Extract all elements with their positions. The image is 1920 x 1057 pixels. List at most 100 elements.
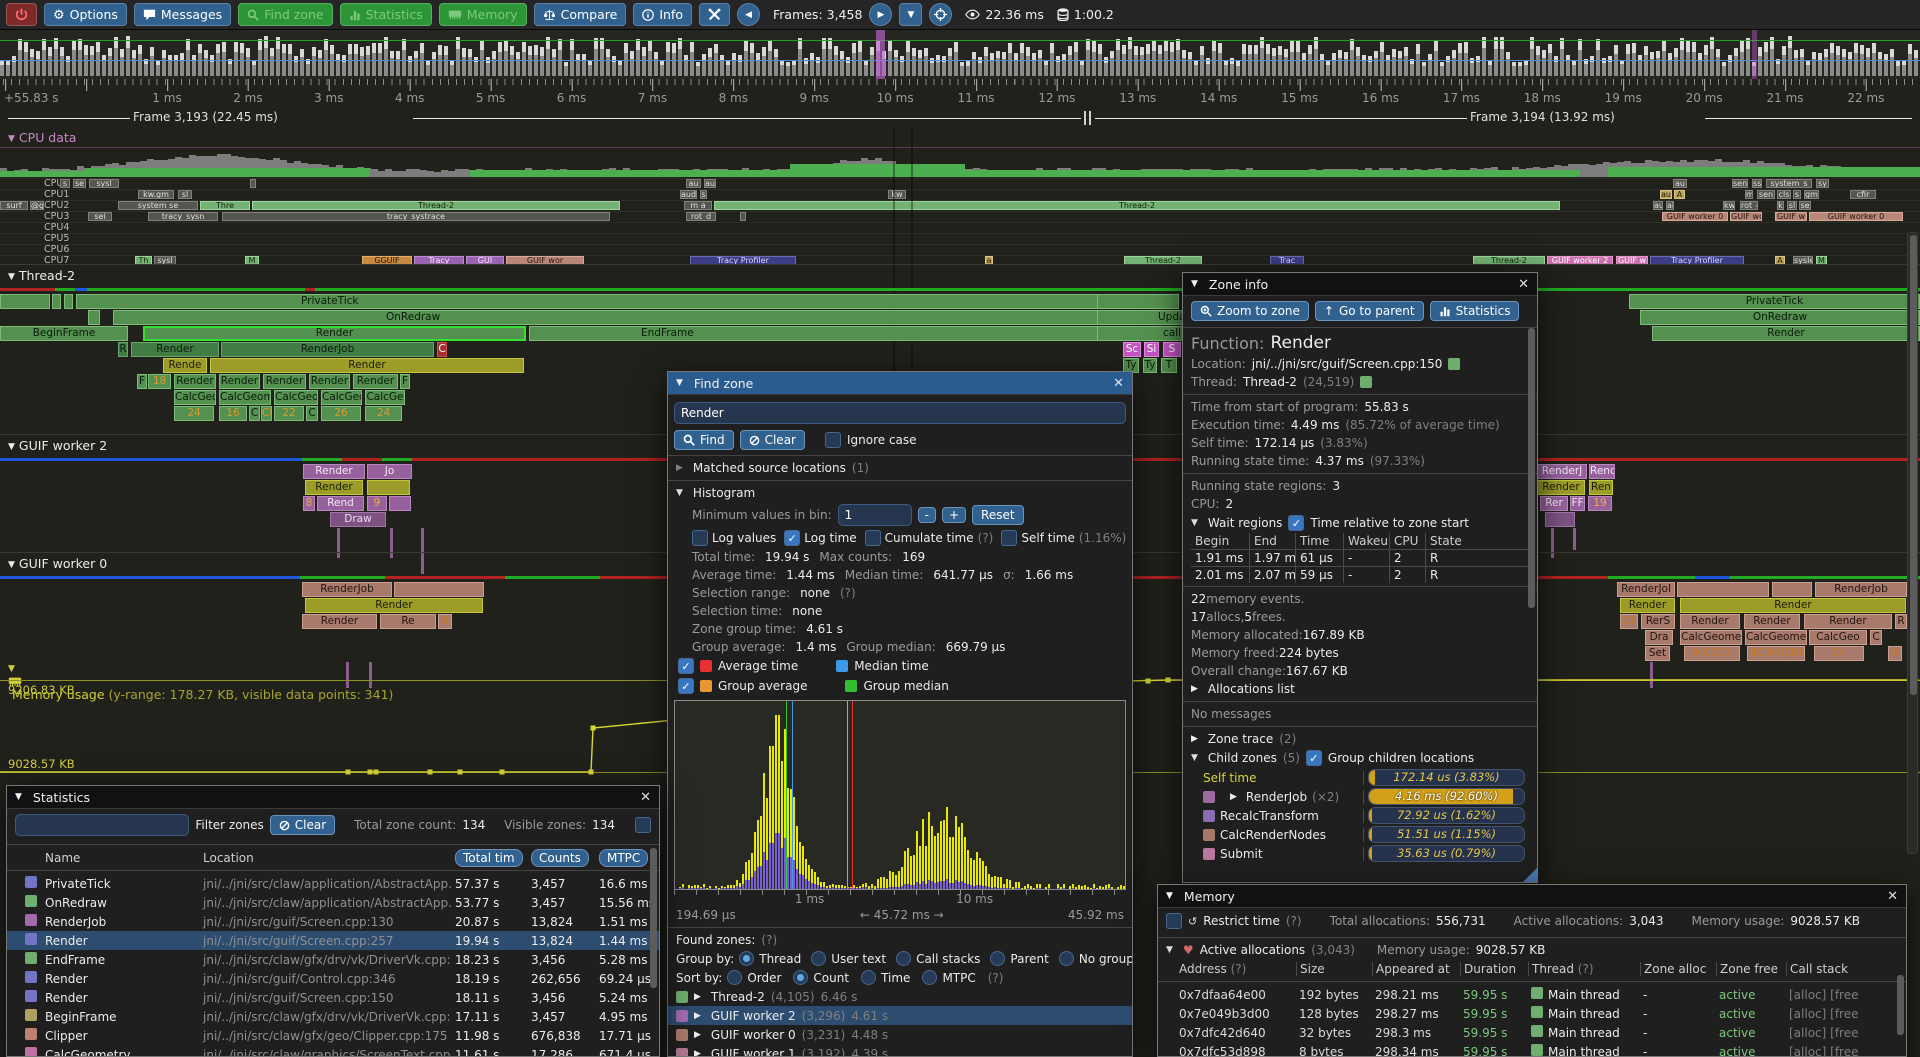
min-bin-increase-button[interactable]: + xyxy=(942,507,966,523)
options-button[interactable]: ⚙Options xyxy=(44,3,127,26)
cpu-zone[interactable]: sen xyxy=(1757,190,1775,199)
col-header-location[interactable]: Location xyxy=(199,851,451,865)
child-zone-row[interactable]: RecalcTransform72.92 us (1.62%) xyxy=(1183,806,1537,825)
log-values-checkbox[interactable] xyxy=(692,530,708,546)
timeline-zone[interactable]: C xyxy=(249,406,260,421)
timeline-zone[interactable] xyxy=(64,294,73,309)
legend-checkbox[interactable]: ✓ xyxy=(678,678,694,694)
wait-regions-header[interactable]: ▼Wait regions✓Time relative to zone star… xyxy=(1183,513,1537,533)
sort-by-radio[interactable] xyxy=(861,970,876,985)
cpu-zone[interactable]: cls xyxy=(1777,190,1791,199)
timeline-zone[interactable]: Render xyxy=(263,374,306,389)
timeline-zone[interactable]: Ty xyxy=(1143,358,1157,373)
cpu-zone[interactable]: tracy_systrace xyxy=(222,212,610,221)
expand-icon[interactable]: ▶ xyxy=(1230,792,1237,802)
stats-toggle[interactable] xyxy=(635,817,651,833)
tools-button[interactable] xyxy=(699,3,730,26)
timeline-zone[interactable]: Render xyxy=(1680,614,1740,629)
mem-col-header[interactable]: Call stack xyxy=(1786,962,1906,976)
cpu-zone[interactable]: s xyxy=(60,179,70,188)
timeline-zone[interactable]: RenderJob xyxy=(221,342,434,357)
timeline-zone[interactable]: Render xyxy=(305,480,363,495)
mem-col-header[interactable]: Zone free xyxy=(1716,962,1786,976)
legend-checkbox[interactable]: ✓ xyxy=(678,658,694,674)
time-ruler[interactable]: +55.83 s1 ms2 ms3 ms4 ms5 ms6 ms7 ms8 ms… xyxy=(0,79,1920,109)
group-by-radio[interactable] xyxy=(896,951,911,966)
cpu-zone[interactable]: system se xyxy=(118,201,198,210)
mem-col-header[interactable]: Appeared at xyxy=(1372,962,1460,976)
memory-allocation-row[interactable]: 0x7e049b3d00128 bytes298.27 ms59.95 sMai… xyxy=(1158,1004,1906,1023)
timeline-zone[interactable]: RenderJ xyxy=(1537,464,1587,479)
timeline-zone[interactable] xyxy=(1772,582,1812,597)
timeline-zone[interactable]: RenderJob xyxy=(1815,582,1907,597)
cpu-zone[interactable]: GUIF work xyxy=(1730,212,1762,221)
cpu-zone[interactable]: aud xyxy=(680,190,697,199)
timeline-zone[interactable]: 24 xyxy=(365,406,402,421)
wait-col-header[interactable]: End xyxy=(1249,533,1295,549)
statistics-row[interactable]: Renderjni/../jni/src/guif/Screen.cpp:257… xyxy=(7,931,659,950)
timeline-zone[interactable] xyxy=(52,294,61,309)
timeline-scrollbar-thumb[interactable] xyxy=(1910,235,1917,695)
statistics-row[interactable]: CalcGeometryjni/../jni/src/claw/graphics… xyxy=(7,1045,659,1057)
timeline-zone[interactable]: Render xyxy=(1537,480,1585,495)
timeline-zone[interactable]: CalcGeo xyxy=(174,390,216,405)
prev-frame-button[interactable]: ◀ xyxy=(737,3,760,26)
timeline-zone[interactable]: CalcGeome xyxy=(219,390,271,405)
ignore-case-checkbox[interactable] xyxy=(825,432,841,448)
cpu-zone[interactable]: kw.gm xyxy=(138,190,174,199)
timeline-zone[interactable]: Rend xyxy=(317,496,364,511)
timeline-zone[interactable]: Render xyxy=(1652,326,1920,341)
restrict-time-checkbox[interactable] xyxy=(1166,913,1182,929)
wait-col-header[interactable]: Wakeup xyxy=(1343,533,1389,549)
timeline-zone[interactable]: Render xyxy=(303,464,365,479)
timeline-zone[interactable]: Render xyxy=(1680,598,1906,613)
timeline-zone[interactable]: Ren xyxy=(1589,480,1613,495)
timeline-zone[interactable]: Render xyxy=(302,614,377,629)
timeline-zone[interactable]: Render xyxy=(1744,614,1800,629)
wait-col-header[interactable]: State xyxy=(1425,533,1469,549)
timeline-zone[interactable]: PrivateTick xyxy=(1629,294,1920,309)
group-by-radio[interactable] xyxy=(990,951,1005,966)
timeline-zone[interactable]: OnRedraw xyxy=(113,310,1128,325)
cpu-zone[interactable]: rot_d xyxy=(1740,201,1758,210)
mem-col-header[interactable]: Address (?) xyxy=(1176,962,1296,976)
reset-button[interactable]: Reset xyxy=(972,505,1024,525)
mem-col-header[interactable]: Zone alloc xyxy=(1640,962,1716,976)
statistics-row[interactable]: Renderjni/../jni/src/guif/Screen.cpp:150… xyxy=(7,988,659,1007)
timeline-zone[interactable]: Re xyxy=(380,614,436,629)
frame-overview-strip[interactable] xyxy=(0,30,1920,80)
cpu-zone[interactable]: kw xyxy=(1723,201,1735,210)
filter-clear-button[interactable]: Clear xyxy=(270,815,335,835)
cpu-zone[interactable]: m a xyxy=(684,201,712,210)
mem-col-header[interactable]: Thread (?) xyxy=(1528,962,1640,976)
timeline-zone[interactable] xyxy=(367,480,410,495)
sort-by-radio[interactable] xyxy=(727,970,742,985)
find-zone-window-titlebar[interactable]: ▼Find zone✕ xyxy=(668,372,1132,395)
cpu-zone[interactable]: gms xyxy=(1804,190,1819,199)
timeline-zone[interactable]: Sc xyxy=(1123,342,1141,357)
timeline-zone[interactable]: C8 xyxy=(261,406,272,421)
thread-header[interactable]: ▼GUIF worker 0 xyxy=(8,556,107,571)
timeline-zone[interactable]: Rer xyxy=(1540,496,1568,511)
timeline-zone[interactable]: F xyxy=(400,374,410,389)
timeline-zone[interactable] xyxy=(1545,512,1575,527)
statistics-window-titlebar[interactable]: ▼Statistics✕ xyxy=(7,786,659,809)
timeline-zone[interactable]: FF xyxy=(1570,496,1585,511)
timeline-zone[interactable]: C xyxy=(306,406,318,421)
found-zone-group-row[interactable]: ▶Thread-2(4,105)6.46 s xyxy=(668,987,1132,1006)
timeline-zone[interactable]: T xyxy=(1161,358,1177,373)
cpu-zone[interactable]: se xyxy=(1799,201,1811,210)
found-zone-group-row[interactable]: ▶GUIF worker 0(3,231)4.48 s xyxy=(668,1025,1132,1044)
collapse-icon[interactable]: ▼ xyxy=(676,378,683,388)
timeline-zone[interactable]: Render xyxy=(305,598,483,613)
timeline-zone[interactable]: BeginFrame xyxy=(0,326,128,341)
timeline-zone[interactable]: Render xyxy=(131,342,219,357)
timeline-zone[interactable]: RenderJol xyxy=(1617,582,1675,597)
close-icon[interactable]: ✕ xyxy=(1887,889,1898,904)
cpu-zone[interactable] xyxy=(740,212,746,221)
timeline-zone[interactable]: S xyxy=(1163,342,1181,357)
find-button[interactable]: Find xyxy=(674,430,734,450)
timeline-zone[interactable]: 22 xyxy=(274,406,304,421)
timeline-zone[interactable]: Render xyxy=(1804,614,1892,629)
cpu-zone[interactable]: GUIF worker 0 xyxy=(1809,212,1903,221)
